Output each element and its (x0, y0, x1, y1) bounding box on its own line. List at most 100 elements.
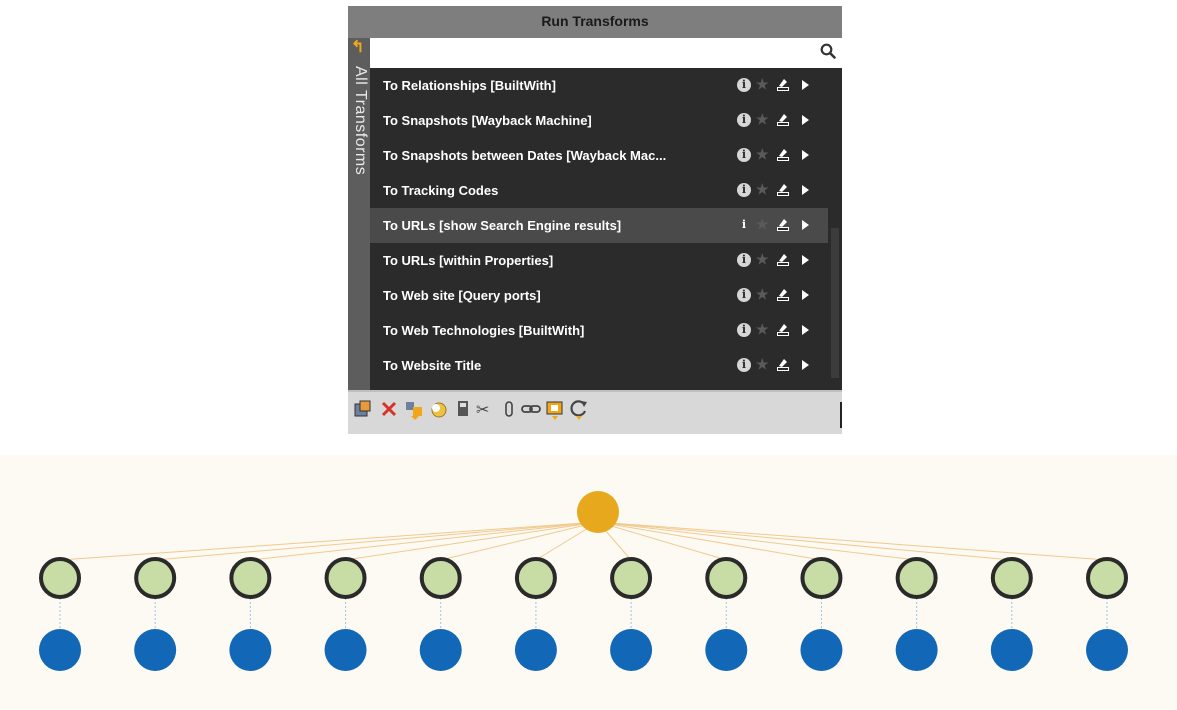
scrollbar-thumb[interactable] (831, 228, 839, 378)
paste-icon[interactable] (452, 398, 474, 420)
run-arrow-icon[interactable] (802, 220, 809, 230)
toggle-icon[interactable] (428, 398, 450, 420)
run-arrow-icon[interactable] (802, 360, 809, 370)
leaf-node[interactable] (39, 629, 81, 671)
delete-icon[interactable] (378, 398, 400, 420)
star-icon[interactable]: ★ (756, 181, 769, 197)
leaf-node[interactable] (610, 629, 653, 671)
run-arrow-icon[interactable] (802, 115, 809, 125)
child-node[interactable] (800, 557, 843, 599)
attach-icon[interactable] (498, 398, 520, 420)
transform-item[interactable]: To Snapshots [Wayback Machine] i ★ (370, 103, 828, 138)
transform-item[interactable]: To Website Title i ★ (370, 348, 828, 383)
star-icon[interactable]: ★ (756, 76, 769, 92)
settings-icon[interactable] (775, 287, 791, 303)
leaf-node[interactable] (229, 629, 272, 671)
entity-graph (0, 455, 1177, 710)
run-arrow-icon[interactable] (802, 150, 809, 160)
child-node[interactable] (324, 557, 367, 599)
info-icon[interactable]: i (737, 78, 751, 92)
settings-icon[interactable] (775, 357, 791, 373)
transform-item-label: To Snapshots between Dates [Wayback Mac.… (383, 148, 667, 163)
child-node[interactable] (229, 557, 272, 599)
transform-item[interactable]: To Web Technologies [BuiltWith] i ★ (370, 313, 828, 348)
leaf-node[interactable] (990, 629, 1033, 671)
leaf-node[interactable] (800, 629, 843, 671)
root-node[interactable] (577, 491, 619, 533)
leaf-node[interactable] (419, 629, 462, 671)
settings-icon[interactable] (775, 147, 791, 163)
transform-item[interactable]: To Relationships [BuiltWith] i ★ (370, 68, 828, 103)
transform-item-label: To Relationships [BuiltWith] (383, 78, 556, 93)
child-node[interactable] (39, 557, 81, 599)
child-node[interactable] (990, 557, 1033, 599)
transform-item-label: To Web Technologies [BuiltWith] (383, 323, 585, 338)
run-arrow-icon[interactable] (802, 185, 809, 195)
toolbar-edge (840, 402, 842, 428)
info-icon[interactable]: i (737, 253, 751, 267)
list-scrollbar[interactable] (828, 68, 842, 390)
info-icon[interactable]: i (737, 113, 751, 127)
child-node[interactable] (1086, 557, 1128, 599)
leaf-node[interactable] (134, 629, 177, 671)
transform-item[interactable]: To Web site [Query ports] i ★ (370, 278, 828, 313)
star-icon[interactable]: ★ (756, 356, 769, 372)
root-child-edge (597, 521, 1012, 561)
run-arrow-icon[interactable] (802, 290, 809, 300)
leaf-node[interactable] (705, 629, 748, 671)
transform-list: To Relationships [BuiltWith] i ★ To Snapsho… (370, 68, 828, 390)
settings-icon[interactable] (775, 252, 791, 268)
child-node[interactable] (419, 557, 462, 599)
star-icon[interactable]: ★ (756, 111, 769, 127)
transform-item[interactable]: To URLs [show Search Engine results] i ★ (370, 208, 828, 243)
run-arrow-icon[interactable] (802, 255, 809, 265)
settings-icon[interactable] (775, 182, 791, 198)
transform-item-label: To Web site [Query ports] (383, 288, 541, 303)
transform-item-label: To Website Title (383, 358, 482, 373)
cut-icon[interactable]: ✂ (474, 398, 496, 420)
leaf-node[interactable] (895, 629, 938, 671)
settings-icon[interactable] (775, 77, 791, 93)
info-icon[interactable]: i (737, 288, 751, 302)
export-icon[interactable] (352, 398, 374, 420)
child-node[interactable] (895, 557, 938, 599)
info-icon[interactable]: i (737, 218, 751, 232)
settings-icon[interactable] (775, 322, 791, 338)
child-node[interactable] (134, 557, 177, 599)
transform-item[interactable]: To Tracking Codes i ★ (370, 173, 828, 208)
info-icon[interactable]: i (737, 183, 751, 197)
select-icon[interactable] (544, 398, 566, 420)
graph-toolbar: ✂ (348, 390, 842, 434)
info-icon[interactable]: i (737, 148, 751, 162)
run-arrow-icon[interactable] (802, 80, 809, 90)
merge-icon[interactable] (403, 398, 425, 420)
settings-icon[interactable] (775, 217, 791, 233)
star-icon[interactable]: ★ (756, 146, 769, 162)
child-node[interactable] (610, 557, 653, 599)
star-icon[interactable]: ★ (756, 321, 769, 337)
star-icon[interactable]: ★ (756, 216, 769, 232)
search-icon[interactable] (820, 43, 836, 59)
run-transforms-panel: Run Transforms ↰ All Transforms To Relat… (348, 6, 842, 434)
info-icon[interactable]: i (737, 358, 751, 372)
child-node[interactable] (514, 557, 557, 599)
star-icon[interactable]: ★ (756, 286, 769, 302)
child-node[interactable] (705, 557, 748, 599)
root-child-edge (345, 521, 599, 561)
back-arrow-icon[interactable]: ↰ (351, 40, 367, 56)
transform-item[interactable]: To URLs [within Properties] i ★ (370, 243, 828, 278)
refresh-icon[interactable] (568, 398, 590, 420)
link-icon[interactable] (520, 398, 542, 420)
leaf-node[interactable] (324, 629, 367, 671)
all-transforms-tab[interactable]: ↰ All Transforms (348, 38, 370, 396)
leaf-node[interactable] (514, 629, 557, 671)
transform-item-label: To Tracking Codes (383, 183, 499, 198)
settings-icon[interactable] (775, 112, 791, 128)
transform-item-label: To Snapshots [Wayback Machine] (383, 113, 592, 128)
run-arrow-icon[interactable] (802, 325, 809, 335)
leaf-node[interactable] (1086, 629, 1128, 671)
star-icon[interactable]: ★ (756, 251, 769, 267)
search-input[interactable] (370, 38, 822, 66)
info-icon[interactable]: i (737, 323, 751, 337)
transform-item[interactable]: To Snapshots between Dates [Wayback Mac.… (370, 138, 828, 173)
